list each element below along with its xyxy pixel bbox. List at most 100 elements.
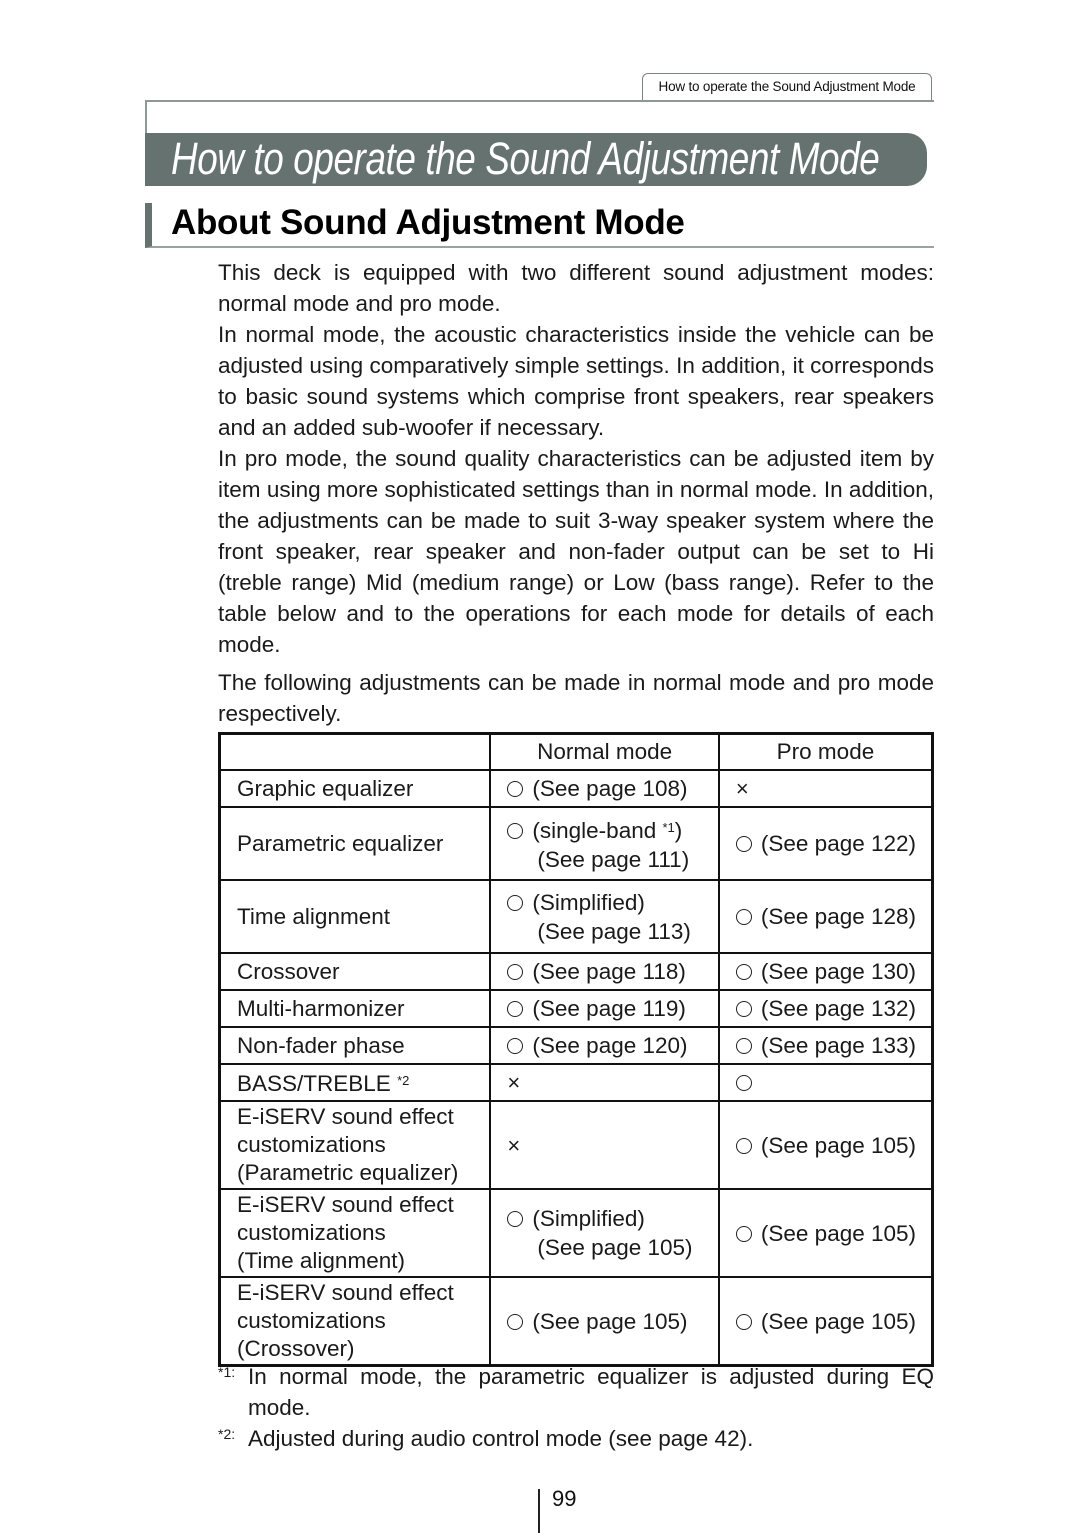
pro-mode-cell xyxy=(717,1063,934,1102)
circle-mark-icon xyxy=(507,1211,524,1227)
footnote-2: *2: Adjusted during audio control mode (… xyxy=(218,1423,934,1454)
circle-mark-icon xyxy=(735,836,752,852)
feature-label: customizations xyxy=(237,1132,386,1157)
footnote-text: Adjusted during audio control mode (see … xyxy=(248,1426,754,1451)
pro-mode-cell: (See page 133) xyxy=(717,1026,934,1065)
table-row: Non-fader phase (See page 120) (See page 1… xyxy=(218,1026,934,1065)
table-row: Parametric equalizer (single-band *1) (See… xyxy=(218,806,934,881)
circle-mark-icon xyxy=(735,1001,752,1017)
circle-mark-icon xyxy=(507,1313,524,1330)
paragraph-1: This deck is equipped with two different… xyxy=(218,260,934,316)
footnote-text: In normal mode, the parametric equalizer… xyxy=(248,1364,934,1420)
normal-mode-cell: (Simplified) (See page 105) xyxy=(489,1188,720,1278)
paragraph-4: The following adjustments can be made in… xyxy=(218,670,934,726)
feature-label: Graphic equalizer xyxy=(237,775,414,801)
footnote-mark: *2: xyxy=(218,1426,236,1442)
normal-mode-cell: (See page 118) xyxy=(489,952,720,991)
normal-mode-cell: (See page 120) xyxy=(489,1026,720,1065)
feature-label: BASS/TREBLE *2 xyxy=(237,1067,489,1098)
table-row: BASS/TREBLE *2 × xyxy=(218,1063,934,1102)
normal-mode-cell: (Simplified) (See page 113) xyxy=(489,879,720,954)
normal-value-text: (Simplified) xyxy=(532,889,645,915)
table-row: Crossover (See page 118) (See page 130) xyxy=(218,952,934,991)
table-row: Time alignment (Simplified) (See page 113)… xyxy=(218,879,934,954)
feature-cell: Graphic equalizer xyxy=(218,769,492,808)
feature-label: (Crossover) xyxy=(237,1336,355,1361)
page-number-divider xyxy=(538,1489,540,1533)
circle-mark-icon xyxy=(507,894,524,911)
circle-mark-icon xyxy=(735,1137,752,1154)
feature-cell: E-iSERV sound effect customizations (Time … xyxy=(218,1188,492,1278)
paragraph-3: In pro mode, the sound quality character… xyxy=(218,446,934,657)
feature-cell: Crossover xyxy=(218,952,492,991)
feature-cell: Multi-harmonizer xyxy=(218,989,492,1028)
normal-value-text: (See page 111) xyxy=(537,847,690,872)
pro-value-text: (See page 122) xyxy=(760,831,917,856)
section-heading: About Sound Adjustment Mode xyxy=(145,203,934,248)
feature-label: customizations xyxy=(237,1308,386,1333)
normal-value-text: (See page 105) xyxy=(532,1308,688,1334)
pro-value-text: (See page 105) xyxy=(760,1132,917,1158)
feature-label: E-iSERV sound effect xyxy=(237,1192,454,1217)
mode-comparison-table: Normal mode Pro mode Graphic equalizer (S… xyxy=(218,732,934,1367)
table-row: E-iSERV sound effect customizations (Param… xyxy=(218,1100,934,1190)
circle-mark-icon xyxy=(507,964,524,980)
feature-label: (Parametric equalizer) xyxy=(237,1160,459,1185)
section-title: About Sound Adjustment Mode xyxy=(171,203,685,242)
running-header-tab: How to operate the Sound Adjustment Mode xyxy=(642,73,932,100)
normal-value-text: (See page 113) xyxy=(537,918,691,944)
header-normal-mode: Normal mode xyxy=(489,732,720,771)
intro-paragraphs: This deck is equipped with two different… xyxy=(218,257,934,443)
normal-value-text: (single-band xyxy=(532,818,663,843)
pro-value-text: (See page 130) xyxy=(760,959,917,984)
pro-value-text: (See page 128) xyxy=(760,904,917,929)
circle-mark-icon xyxy=(507,823,524,839)
feature-label: E-iSERV sound effect xyxy=(237,1280,454,1305)
feature-label: Parametric equalizer xyxy=(237,830,444,856)
normal-mode-cell: (single-band *1) (See page 111) xyxy=(489,806,720,881)
cross-mark-icon: × xyxy=(507,1070,521,1095)
normal-mode-cell: (See page 119) xyxy=(489,989,720,1028)
chapter-title-bar: How to operate the Sound Adjustment Mode xyxy=(145,133,927,186)
circle-mark-icon xyxy=(507,1001,524,1017)
pro-mode-cell: (See page 122) xyxy=(717,806,934,881)
pro-mode-cell: × xyxy=(717,769,934,808)
circle-mark-icon xyxy=(735,964,752,980)
circle-mark-icon xyxy=(735,1075,752,1091)
normal-value-text: (See page 105) xyxy=(537,1235,693,1260)
table-row: E-iSERV sound effect customizations (Cross… xyxy=(218,1276,934,1367)
normal-value-text: (See page 108) xyxy=(532,776,688,801)
feature-label: customizations xyxy=(237,1220,386,1245)
feature-cell: BASS/TREBLE *2 xyxy=(218,1063,492,1102)
feature-label: (Time alignment) xyxy=(237,1248,405,1273)
circle-mark-icon xyxy=(507,1038,524,1054)
circle-mark-icon xyxy=(735,909,752,925)
footnotes: *1: In normal mode, the parametric equal… xyxy=(218,1361,934,1454)
pro-mode-cell: (See page 105) xyxy=(717,1276,934,1367)
cross-mark-icon: × xyxy=(507,1132,521,1158)
paragraph-2: In normal mode, the acoustic characteris… xyxy=(218,322,934,440)
table-row: Multi-harmonizer (See page 119) (See page … xyxy=(218,989,934,1028)
feature-cell: Non-fader phase xyxy=(218,1026,492,1065)
table-row: Graphic equalizer (See page 108) × xyxy=(218,769,934,808)
circle-mark-icon xyxy=(735,1038,752,1054)
pro-mode-cell: (See page 128) xyxy=(717,879,934,954)
normal-value-text: (See page 119) xyxy=(532,996,686,1021)
feature-label: Crossover xyxy=(237,958,340,984)
pro-mode-cell: (See page 130) xyxy=(717,952,934,991)
feature-label: Non-fader phase xyxy=(237,1032,405,1058)
table-row: E-iSERV sound effect customizations (Time … xyxy=(218,1188,934,1278)
circle-mark-icon xyxy=(735,1225,752,1242)
header-feature xyxy=(218,732,492,771)
table-header-row: Normal mode Pro mode xyxy=(218,732,934,771)
pro-mode-cell: (See page 105) xyxy=(717,1188,934,1278)
page-number: 99 xyxy=(552,1486,577,1511)
footnote-ref: *2 xyxy=(397,1073,410,1088)
cross-mark-icon: × xyxy=(735,776,749,801)
footnote-mark: *1: xyxy=(218,1364,236,1380)
pro-value-text: (See page 105) xyxy=(760,1308,917,1334)
header-pro-mode: Pro mode xyxy=(717,732,934,771)
feature-cell: E-iSERV sound effect customizations (Cross… xyxy=(218,1276,492,1367)
pro-value-text: (See page 105) xyxy=(760,1220,917,1246)
normal-mode-cell: × xyxy=(489,1063,720,1102)
